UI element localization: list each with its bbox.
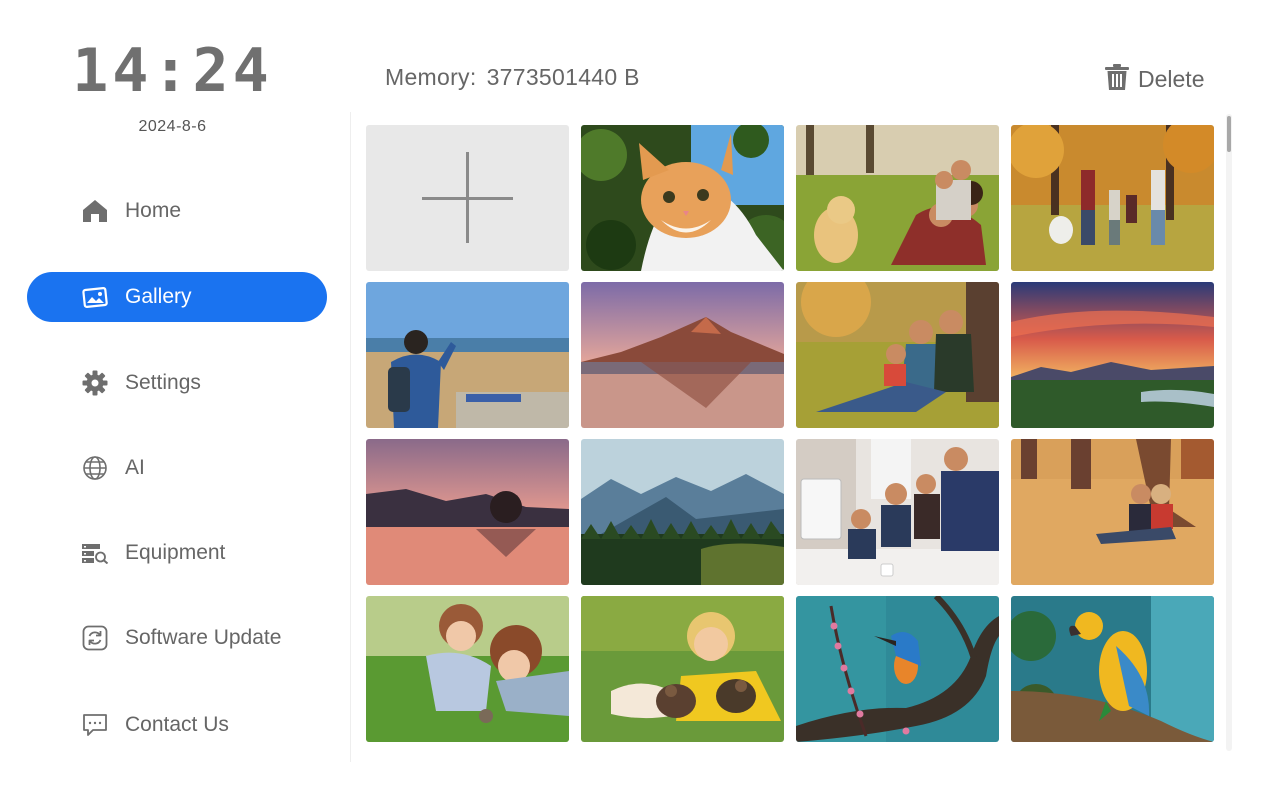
gallery-icon bbox=[81, 284, 109, 310]
chat-icon bbox=[81, 712, 109, 738]
photo-binoculars-image bbox=[366, 282, 569, 428]
nav-label-equipment: Equipment bbox=[125, 541, 226, 564]
memory-value: 3773501440 B bbox=[486, 64, 640, 90]
home-icon bbox=[81, 198, 109, 224]
nav-label-ai: AI bbox=[125, 456, 145, 479]
nav-item-ai[interactable]: AI bbox=[27, 443, 327, 493]
add-photo-button[interactable] bbox=[366, 125, 569, 271]
photo-couple-autumn-image bbox=[1011, 439, 1214, 585]
photo-family-tree-image bbox=[796, 282, 999, 428]
clock-time: 14:24 bbox=[72, 36, 273, 106]
refresh-icon bbox=[81, 625, 109, 651]
photo-tile[interactable] bbox=[581, 125, 784, 271]
photo-tile[interactable] bbox=[366, 596, 569, 742]
photo-tile[interactable] bbox=[581, 439, 784, 585]
photo-girl-kittens-image bbox=[581, 596, 784, 742]
gallery-scrollbar-thumb[interactable] bbox=[1227, 116, 1231, 152]
nav-item-home[interactable]: Home bbox=[27, 186, 327, 236]
clock-date: 2024-8-6 bbox=[138, 118, 207, 135]
nav-label-gallery: Gallery bbox=[125, 285, 192, 308]
nav-item-contact-us[interactable]: Contact Us bbox=[27, 700, 327, 750]
photo-tile[interactable] bbox=[1011, 282, 1214, 428]
photo-sunset-forest-image bbox=[1011, 282, 1214, 428]
nav-label-home: Home bbox=[125, 199, 182, 222]
photo-tile[interactable] bbox=[796, 439, 999, 585]
photo-girls-grass-image bbox=[366, 596, 569, 742]
photo-tile[interactable] bbox=[796, 125, 999, 271]
photo-tile[interactable] bbox=[1011, 439, 1214, 585]
photo-tile[interactable] bbox=[581, 596, 784, 742]
nav-item-gallery[interactable]: Gallery bbox=[27, 272, 327, 322]
photo-pink-sunset-lake-image bbox=[366, 439, 569, 585]
nav-label-software-update: Software Update bbox=[125, 626, 282, 649]
gallery-grid bbox=[366, 125, 1214, 745]
photo-tile[interactable] bbox=[1011, 125, 1214, 271]
photo-kitten-image bbox=[581, 125, 784, 271]
photo-kingfisher-image bbox=[796, 596, 999, 742]
delete-button[interactable]: Delete bbox=[1104, 62, 1204, 96]
photo-blue-mountains-image bbox=[581, 439, 784, 585]
sidebar-divider bbox=[350, 112, 351, 762]
nav-item-settings[interactable]: Settings bbox=[27, 358, 327, 408]
photo-team-computer-image bbox=[796, 439, 999, 585]
photo-tile[interactable] bbox=[796, 596, 999, 742]
trash-icon bbox=[1104, 63, 1130, 96]
equipment-icon bbox=[81, 540, 109, 566]
photo-tile[interactable] bbox=[796, 282, 999, 428]
nav-item-equipment[interactable]: Equipment bbox=[27, 528, 327, 578]
photo-mountain-lake-image bbox=[581, 282, 784, 428]
photo-family-running-image bbox=[1011, 125, 1214, 271]
photo-family-dog-image bbox=[796, 125, 999, 271]
memory-label: Memory: bbox=[385, 64, 477, 90]
photo-tile[interactable] bbox=[366, 439, 569, 585]
memory-readout: Memory: 3773501440 B bbox=[385, 64, 640, 91]
nav-item-software-update[interactable]: Software Update bbox=[27, 613, 327, 663]
sidebar: 14:24 2024-8-6 Home Gallery Settings AI … bbox=[0, 0, 350, 800]
photo-tile[interactable] bbox=[581, 282, 784, 428]
photo-tile[interactable] bbox=[366, 282, 569, 428]
nav-label-settings: Settings bbox=[125, 371, 201, 394]
nav-label-contact-us: Contact Us bbox=[125, 713, 229, 736]
delete-label: Delete bbox=[1138, 65, 1205, 92]
gallery-scrollbar[interactable] bbox=[1226, 114, 1232, 751]
photo-tile[interactable] bbox=[1011, 596, 1214, 742]
photo-parrot-image bbox=[1011, 596, 1214, 742]
gear-icon bbox=[81, 370, 109, 396]
globe-icon bbox=[81, 455, 109, 481]
